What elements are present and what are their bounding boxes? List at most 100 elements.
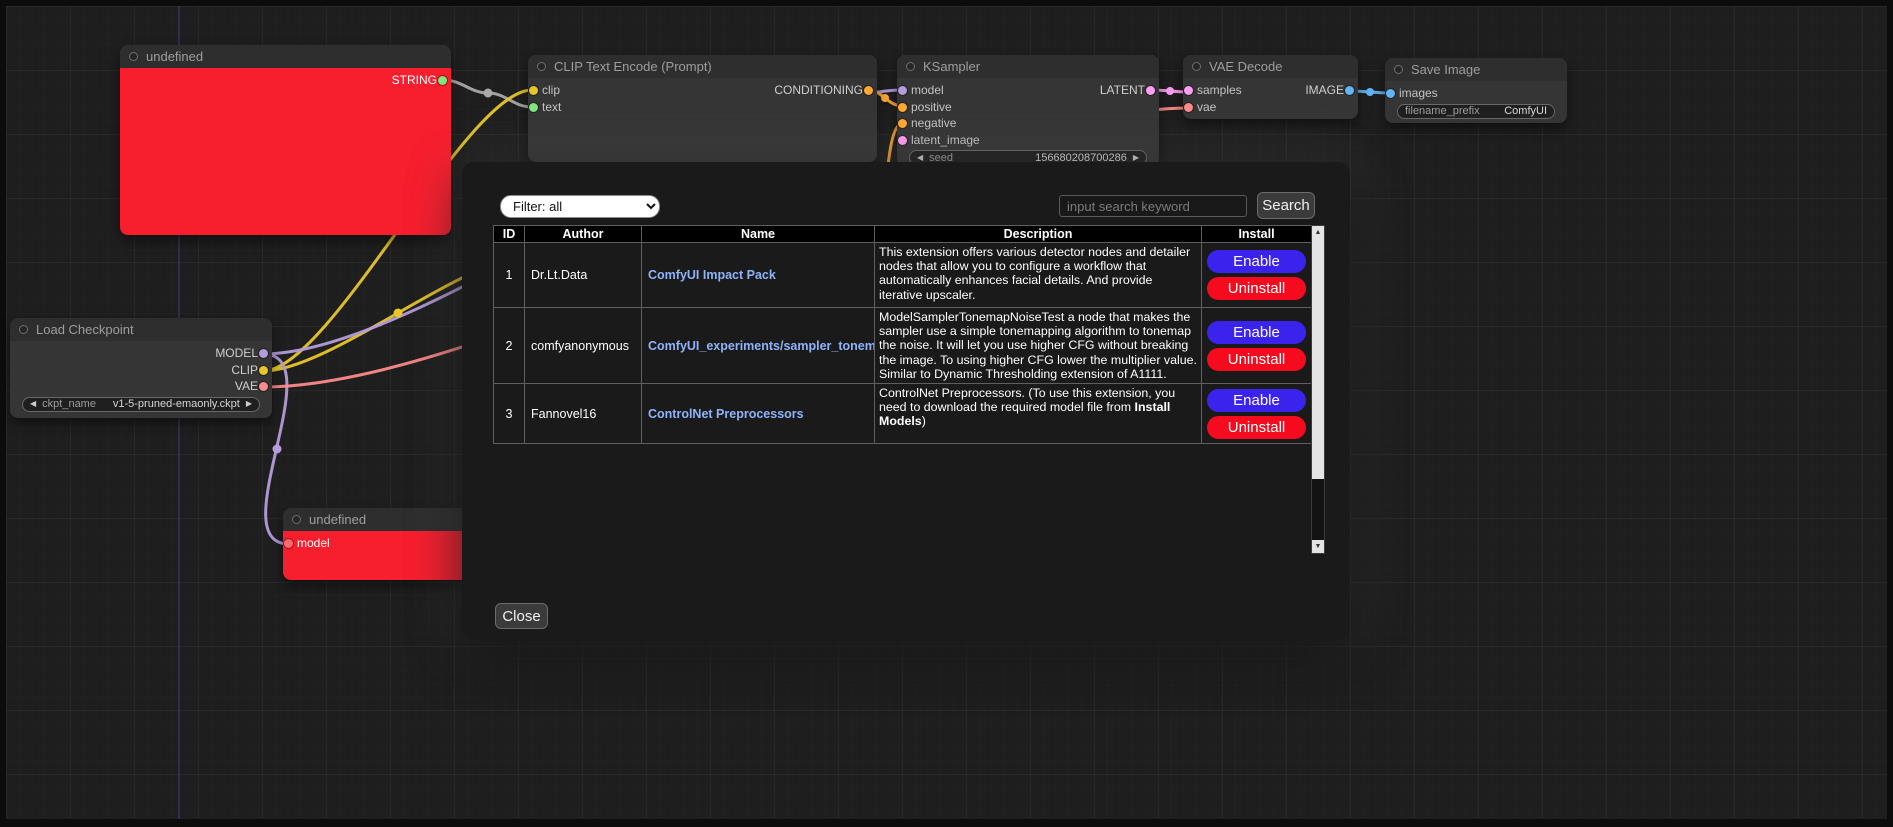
cell-install: Enable Uninstall <box>1202 308 1312 384</box>
uninstall-button[interactable]: Uninstall <box>1207 416 1306 439</box>
link-midpoint-dot <box>484 89 493 98</box>
node-title: undefined <box>309 512 366 527</box>
input-port[interactable] <box>284 539 293 548</box>
uninstall-button[interactable]: Uninstall <box>1207 277 1306 300</box>
node-header[interactable]: Load Checkpoint <box>10 318 272 341</box>
search-input[interactable] <box>1059 195 1247 217</box>
output-port[interactable] <box>864 86 873 95</box>
extension-row: 1 Dr.Lt.Data ComfyUI Impact Pack This ex… <box>494 243 1311 308</box>
uninstall-button[interactable]: Uninstall <box>1207 348 1306 371</box>
node-save-image[interactable]: Save Image images filename_prefix ComfyU… <box>1385 58 1567 123</box>
input-slot-text: text <box>528 99 561 116</box>
input-port[interactable] <box>1184 86 1193 95</box>
filter-select[interactable]: Filter: all <box>500 195 660 218</box>
output-port[interactable] <box>438 76 447 85</box>
scroll-down-button[interactable]: ▼ <box>1312 540 1324 553</box>
output-port[interactable] <box>259 366 268 375</box>
input-port[interactable] <box>898 119 907 128</box>
ckpt-name-widget[interactable]: ◀ ckpt_name v1-5-pruned-emaonly.ckpt ▶ <box>22 397 260 412</box>
link-midpoint-dot <box>1166 87 1174 95</box>
output-slot-image: IMAGE <box>1305 82 1358 99</box>
node-header[interactable]: KSampler <box>897 55 1159 78</box>
link-midpoint-dot <box>273 445 282 454</box>
extension-link[interactable]: ControlNet Preprocessors <box>648 407 804 421</box>
node-title: VAE Decode <box>1209 59 1282 74</box>
node-clip-text-encode[interactable]: CLIP Text Encode (Prompt) clip CONDITION… <box>528 55 877 162</box>
extension-link[interactable]: ComfyUI_experiments/sampler_tonemap <box>648 339 875 353</box>
node-vae-decode[interactable]: VAE Decode samples IMAGE vae <box>1183 55 1358 119</box>
cell-author: comfyanonymous <box>525 308 642 384</box>
input-slot-model: model <box>897 82 944 99</box>
output-slot-latent: LATENT <box>1100 82 1159 99</box>
link-midpoint-dot <box>881 94 889 102</box>
cell-description: ControlNet Preprocessors. (To use this e… <box>875 384 1202 444</box>
enable-button[interactable]: Enable <box>1207 250 1306 273</box>
header-install: Install <box>1202 226 1312 243</box>
cell-install: Enable Uninstall <box>1202 384 1312 444</box>
header-description: Description <box>875 226 1202 243</box>
input-slot-clip: clip <box>528 82 560 99</box>
input-port[interactable] <box>1386 89 1395 98</box>
node-title: CLIP Text Encode (Prompt) <box>554 59 712 74</box>
extension-row: 2 comfyanonymous ComfyUI_experiments/sam… <box>494 308 1311 384</box>
search-button[interactable]: Search <box>1257 192 1315 219</box>
widget-label: ckpt_name <box>42 398 96 410</box>
input-port[interactable] <box>1184 103 1193 112</box>
extension-link[interactable]: ComfyUI Impact Pack <box>648 268 776 282</box>
filename-prefix-widget[interactable]: filename_prefix ComfyUI <box>1397 104 1555 119</box>
output-port[interactable] <box>259 382 268 391</box>
cell-author: Fannovel16 <box>525 384 642 444</box>
node-title: KSampler <box>923 59 980 74</box>
node-header[interactable]: CLIP Text Encode (Prompt) <box>528 55 877 78</box>
increment-icon[interactable]: ▶ <box>246 400 252 408</box>
node-header[interactable]: VAE Decode <box>1183 55 1358 78</box>
input-slot-images: images <box>1385 85 1438 102</box>
cell-author: Dr.Lt.Data <box>525 243 642 308</box>
collapse-dot-icon[interactable] <box>1192 62 1201 71</box>
node-header[interactable]: undefined <box>120 45 451 68</box>
decrement-icon[interactable]: ◀ <box>917 154 923 162</box>
input-port[interactable] <box>529 103 538 112</box>
close-button[interactable]: Close <box>495 603 548 629</box>
enable-button[interactable]: Enable <box>1207 321 1306 344</box>
input-slot-negative: negative <box>897 115 956 132</box>
scroll-up-button[interactable]: ▲ <box>1312 226 1324 239</box>
enable-button[interactable]: Enable <box>1207 389 1306 412</box>
collapse-dot-icon[interactable] <box>129 52 138 61</box>
input-slot-vae: vae <box>1183 99 1216 116</box>
input-port[interactable] <box>898 136 907 145</box>
link-midpoint-dot <box>394 309 403 318</box>
node-header[interactable]: Save Image <box>1385 58 1567 81</box>
scrollbar-track[interactable] <box>1312 479 1324 540</box>
scroll-up-icon: ▲ <box>1315 229 1322 236</box>
decrement-icon[interactable]: ◀ <box>30 400 36 408</box>
input-port[interactable] <box>529 86 538 95</box>
collapse-dot-icon[interactable] <box>19 325 28 334</box>
table-header-row: ID Author Name Description Install <box>494 226 1311 243</box>
collapse-dot-icon[interactable] <box>906 62 915 71</box>
scroll-down-icon: ▼ <box>1315 543 1322 550</box>
node-undefined-top[interactable]: undefined STRING <box>120 45 451 235</box>
input-port[interactable] <box>898 103 907 112</box>
header-name: Name <box>642 226 875 243</box>
header-author: Author <box>525 226 642 243</box>
table-scrollbar[interactable]: ▲ ▼ <box>1311 225 1325 554</box>
input-port[interactable] <box>898 86 907 95</box>
output-port[interactable] <box>1345 86 1354 95</box>
node-load-checkpoint[interactable]: Load Checkpoint MODEL CLIP VAE ◀ ckpt_na… <box>10 318 272 418</box>
output-slot-string: STRING <box>392 72 451 89</box>
collapse-dot-icon[interactable] <box>537 62 546 71</box>
collapse-dot-icon[interactable] <box>292 515 301 524</box>
scrollbar-thumb[interactable] <box>1312 239 1324 479</box>
node-ksampler[interactable]: KSampler model LATENT positive negative <box>897 55 1159 167</box>
node-title: Load Checkpoint <box>36 322 134 337</box>
collapse-dot-icon[interactable] <box>1394 65 1403 74</box>
cell-id: 1 <box>494 243 525 308</box>
extension-table: ID Author Name Description Install 1 Dr.… <box>493 225 1311 444</box>
output-port[interactable] <box>1146 86 1155 95</box>
cell-description: ModelSamplerTonemapNoiseTest a node that… <box>875 308 1202 384</box>
increment-icon[interactable]: ▶ <box>1133 154 1139 162</box>
header-id: ID <box>494 226 525 243</box>
node-title: Save Image <box>1411 62 1480 77</box>
output-port[interactable] <box>259 349 268 358</box>
